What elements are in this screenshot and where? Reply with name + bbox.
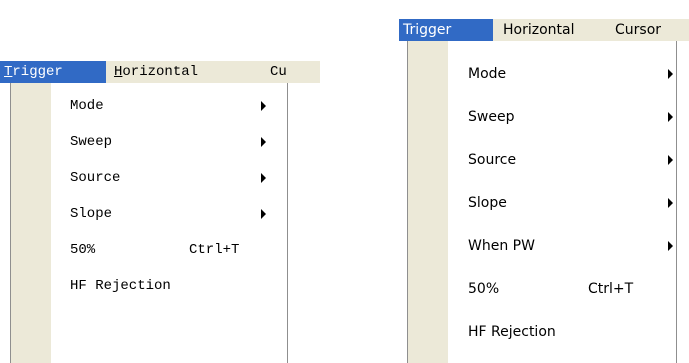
menu-item-sweep[interactable]: Sweep — [408, 102, 676, 132]
menu-item-slope[interactable]: Slope — [408, 188, 676, 218]
menu-horizontal-rest: orizontal — [122, 64, 199, 80]
menu-item-label: HF Rejection — [70, 278, 171, 294]
menu-item-label: Sweep — [70, 134, 113, 150]
menu-item-label: 50% — [70, 242, 96, 258]
menu-bar: Trigger Horizontal Cursor — [399, 19, 689, 41]
menu-item-hf-rejection[interactable]: HF Rejection — [408, 317, 676, 347]
menu-item-label: Mode — [468, 66, 507, 82]
menu-item-label: 50% — [468, 281, 500, 297]
menu-item-hf-rejection[interactable]: HF Rejection — [11, 271, 287, 301]
menu-item-mode[interactable]: Mode — [408, 59, 676, 89]
menu-item-label: Source — [468, 152, 517, 168]
menu-trigger[interactable]: Trigger — [0, 61, 106, 83]
menu-item-50-percent[interactable]: 50% Ctrl+T — [11, 235, 287, 265]
menu-item-label: Slope — [468, 195, 507, 211]
submenu-arrow-icon — [261, 173, 266, 183]
menu-horizontal[interactable]: Horizontal — [114, 61, 254, 83]
menu-horizontal[interactable]: Horizontal — [503, 19, 599, 41]
trigger-dropdown: Mode Sweep Source Slope 50% Ctrl+T HF Re… — [10, 83, 288, 363]
menu-item-label: Sweep — [468, 109, 515, 125]
submenu-arrow-icon — [668, 69, 673, 79]
menu-item-shortcut: Ctrl+T — [189, 242, 240, 258]
menu-item-label: Source — [70, 170, 121, 186]
menu-trigger[interactable]: Trigger — [399, 19, 493, 41]
menu-item-label: Slope — [70, 206, 113, 222]
modern-menu-panel: Trigger Horizontal Cursor Mode Sweep Sou… — [399, 19, 689, 363]
submenu-arrow-icon — [668, 198, 673, 208]
submenu-arrow-icon — [668, 241, 673, 251]
menu-item-label: When PW — [468, 238, 535, 254]
menu-cursor[interactable]: Cursor — [615, 19, 689, 41]
menu-item-sweep[interactable]: Sweep — [11, 127, 287, 157]
menu-item-when-pw[interactable]: When PW — [408, 231, 676, 261]
menu-item-shortcut: Ctrl+T — [588, 281, 634, 297]
submenu-arrow-icon — [668, 155, 673, 165]
menu-item-label: HF Rejection — [468, 324, 556, 340]
menu-item-50-percent[interactable]: 50% Ctrl+T — [408, 274, 676, 304]
submenu-arrow-icon — [261, 101, 266, 111]
submenu-arrow-icon — [261, 137, 266, 147]
trigger-dropdown: Mode Sweep Source Slope When PW 50% Ctrl… — [407, 41, 677, 363]
submenu-arrow-icon — [668, 112, 673, 122]
menu-item-source[interactable]: Source — [408, 145, 676, 175]
menu-bar: Trigger Horizontal Cu — [0, 61, 320, 83]
menu-cursor[interactable]: Cu — [270, 61, 320, 83]
classic-menu-panel: Trigger Horizontal Cu Mode Sweep Source … — [0, 61, 320, 363]
menu-trigger-rest: rigger — [12, 64, 63, 80]
menu-item-mode[interactable]: Mode — [11, 91, 287, 121]
submenu-arrow-icon — [261, 209, 266, 219]
menu-item-slope[interactable]: Slope — [11, 199, 287, 229]
menu-item-label: Mode — [70, 98, 104, 114]
menu-item-source[interactable]: Source — [11, 163, 287, 193]
